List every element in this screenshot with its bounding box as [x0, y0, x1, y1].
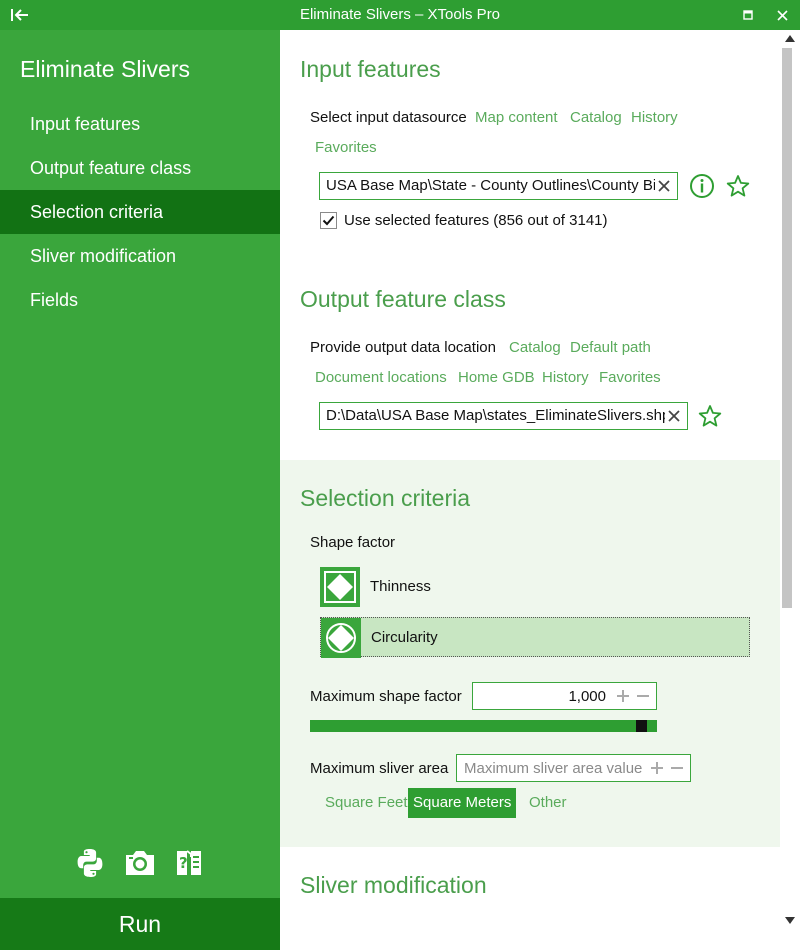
datasource-label: Select input datasource	[310, 109, 467, 126]
link-home-gdb[interactable]: Home GDB	[458, 369, 535, 386]
max-shape-factor-label: Maximum shape factor	[310, 688, 462, 705]
minus-icon[interactable]	[668, 759, 686, 777]
vertical-scrollbar[interactable]	[780, 30, 800, 950]
info-icon[interactable]	[688, 172, 716, 200]
python-icon[interactable]	[73, 846, 107, 880]
use-selected-label: Use selected features (856 out of 3141)	[344, 212, 608, 229]
sidebar-item-label: Sliver modification	[30, 246, 177, 266]
unit-square-meters[interactable]: Square Meters	[408, 788, 517, 818]
main-panel: Input features Select input datasource M…	[280, 30, 800, 950]
link-catalog[interactable]: Catalog	[570, 109, 622, 126]
sidebar-item-input-features[interactable]: Input features	[0, 102, 280, 146]
link-history[interactable]: History	[631, 109, 678, 126]
option-circularity[interactable]: Circularity	[320, 617, 750, 658]
max-shape-factor-value: 1,000	[568, 688, 606, 705]
title-bar: Eliminate Slivers – XTools Pro	[0, 0, 800, 30]
sidebar-item-label: Output feature class	[30, 158, 192, 178]
run-button[interactable]: Run	[0, 898, 280, 950]
sidebar-item-output-feature-class[interactable]: Output feature class	[0, 146, 280, 190]
scroll-down-icon[interactable]	[784, 914, 796, 926]
max-shape-factor-slider[interactable]	[310, 720, 657, 732]
section-title-output-feature-class: Output feature class	[300, 286, 506, 312]
slider-fill	[310, 720, 636, 732]
maximize-icon[interactable]	[738, 5, 758, 25]
sidebar-item-selection-criteria[interactable]: Selection criteria	[0, 190, 280, 234]
max-sliver-area-input[interactable]: Maximum sliver area value	[456, 754, 691, 782]
sidebar-item-sliver-modification[interactable]: Sliver modification	[0, 234, 280, 278]
thinness-diamond-icon	[320, 567, 360, 607]
max-sliver-area-label: Maximum sliver area	[310, 760, 449, 777]
scroll-up-icon[interactable]	[784, 32, 796, 44]
use-selected-checkbox[interactable]	[320, 212, 337, 229]
camera-icon[interactable]	[123, 846, 157, 880]
close-icon[interactable]	[772, 5, 792, 25]
option-thinness[interactable]: Thinness	[320, 567, 750, 607]
output-location-label: Provide output data location	[310, 339, 496, 356]
sidebar: Eliminate Slivers Input features Output …	[0, 30, 280, 950]
sidebar-item-label: Selection criteria	[30, 202, 164, 222]
unit-other[interactable]: Other	[524, 788, 572, 818]
max-sliver-area-placeholder: Maximum sliver area value	[464, 760, 643, 777]
max-shape-factor-input[interactable]: 1,000	[472, 682, 657, 710]
section-title-selection-criteria: Selection criteria	[300, 485, 471, 511]
plus-icon[interactable]	[648, 759, 666, 777]
section-title-input-features: Input features	[300, 56, 441, 82]
sidebar-item-label: Fields	[30, 290, 79, 310]
plus-icon[interactable]	[614, 687, 632, 705]
clear-output-icon[interactable]	[665, 407, 683, 425]
favorite-star-icon[interactable]	[696, 402, 724, 430]
option-label: Thinness	[370, 578, 431, 595]
link-history[interactable]: History	[542, 369, 589, 386]
output-path-field[interactable]: D:\Data\USA Base Map\states_EliminateSli…	[319, 402, 688, 430]
sidebar-title: Eliminate Slivers	[20, 56, 190, 82]
link-map-content[interactable]: Map content	[475, 109, 558, 126]
link-catalog[interactable]: Catalog	[509, 339, 561, 356]
sidebar-tools: ?	[0, 846, 280, 882]
slider-thumb[interactable]	[636, 720, 647, 732]
sidebar-item-label: Input features	[30, 114, 141, 134]
link-favorites[interactable]: Favorites	[315, 139, 377, 156]
scroll-thumb[interactable]	[782, 48, 792, 608]
link-document-locations[interactable]: Document locations	[315, 369, 447, 386]
unit-square-feet[interactable]: Square Feet	[320, 788, 413, 818]
sidebar-item-fields[interactable]: Fields	[0, 278, 280, 322]
input-features-path-field[interactable]: USA Base Map\State - County Outlines\Cou…	[319, 172, 678, 200]
link-default-path[interactable]: Default path	[570, 339, 651, 356]
favorite-star-icon[interactable]	[724, 172, 752, 200]
svg-text:?: ?	[179, 854, 188, 872]
section-title-sliver-modification: Sliver modification	[300, 872, 487, 898]
clear-input-icon[interactable]	[655, 177, 673, 195]
shape-factor-label: Shape factor	[310, 534, 396, 551]
circularity-icon	[321, 618, 361, 658]
option-label: Circularity	[371, 629, 438, 646]
window-title: Eliminate Slivers – XTools Pro	[299, 6, 501, 23]
link-favorites[interactable]: Favorites	[599, 369, 661, 386]
minus-icon[interactable]	[634, 687, 652, 705]
help-document-icon[interactable]: ?	[172, 846, 206, 880]
